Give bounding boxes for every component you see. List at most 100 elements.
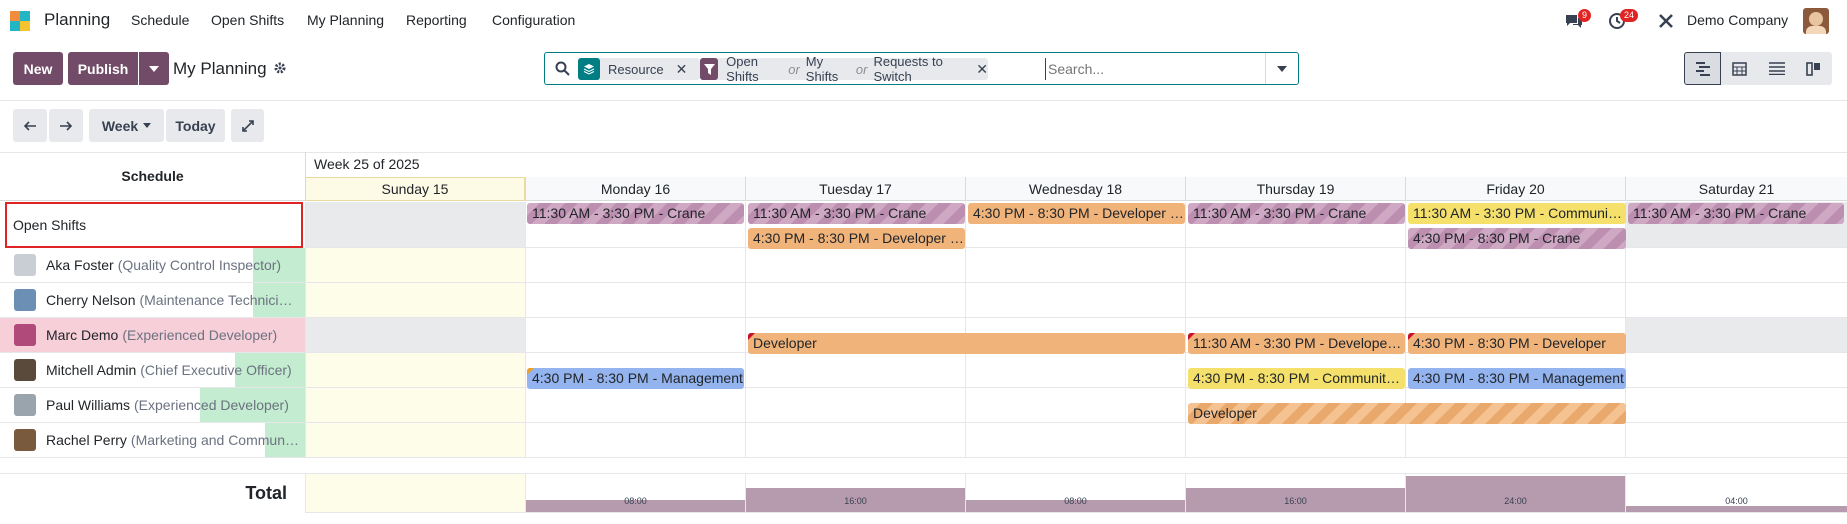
- filter-facet[interactable]: Open Shifts or My Shifts or Requests to …: [700, 54, 988, 84]
- schedule-cell[interactable]: [1405, 283, 1625, 318]
- expand-button[interactable]: [231, 109, 264, 142]
- shift-pill[interactable]: 4:30 PM - 8:30 PM - Management: [1408, 368, 1626, 389]
- resource-role: (Quality Control Inspector): [117, 257, 282, 273]
- planning-app-logo-icon[interactable]: [10, 11, 30, 31]
- schedule-cell[interactable]: [745, 283, 965, 318]
- total-hours-label: 08:00: [1064, 496, 1087, 506]
- gantt-view-button[interactable]: [1684, 52, 1721, 85]
- schedule-cell[interactable]: [1625, 248, 1847, 283]
- schedule-cell[interactable]: [1185, 248, 1405, 283]
- resource-groupby-facet[interactable]: Resource ✕: [578, 58, 700, 80]
- schedule-cell[interactable]: [1185, 423, 1405, 458]
- schedule-cell[interactable]: [965, 388, 1185, 423]
- shift-pill[interactable]: 11:30 AM - 3:30 PM - Communi…: [1408, 203, 1626, 224]
- shift-pill[interactable]: Developer: [1188, 403, 1626, 424]
- next-button[interactable]: [49, 109, 83, 142]
- total-hours-label: 24:00: [1504, 496, 1527, 506]
- schedule-cell[interactable]: [965, 353, 1185, 388]
- shift-pill[interactable]: 11:30 AM - 3:30 PM - Crane: [1628, 203, 1844, 224]
- schedule-cell[interactable]: [1625, 318, 1847, 353]
- schedule-cell[interactable]: [745, 353, 965, 388]
- schedule-cell[interactable]: [525, 248, 745, 283]
- calendar-view-button[interactable]: [1721, 52, 1758, 85]
- day-header: Wednesday 18: [965, 177, 1185, 201]
- shift-pill[interactable]: 11:30 AM - 3:30 PM - Crane: [1188, 203, 1405, 224]
- app-name[interactable]: Planning: [44, 10, 110, 30]
- gantt-icon: [1695, 61, 1710, 76]
- total-cell: 16:00: [1185, 473, 1405, 513]
- tools-icon[interactable]: [1658, 13, 1676, 31]
- schedule-cell[interactable]: [305, 423, 525, 458]
- resource-row-label[interactable]: Mitchell Admin (Chief Executive Officer): [0, 353, 305, 388]
- schedule-cell[interactable]: [745, 248, 965, 283]
- schedule-cell[interactable]: [965, 248, 1185, 283]
- schedule-cell[interactable]: [1405, 423, 1625, 458]
- schedule-cell[interactable]: [965, 283, 1185, 318]
- search-options-toggle[interactable]: [1265, 53, 1298, 84]
- shift-pill[interactable]: 11:30 AM - 3:30 PM - Crane: [748, 203, 965, 224]
- resource-row-label[interactable]: Marc Demo (Experienced Developer): [0, 318, 305, 353]
- day-header: Sunday 15: [305, 177, 525, 201]
- caret-down-icon: [149, 65, 159, 72]
- previous-button[interactable]: [13, 109, 47, 142]
- user-avatar[interactable]: [1803, 8, 1829, 34]
- menu-reporting[interactable]: Reporting: [406, 12, 467, 28]
- resource-name: Cherry Nelson: [46, 292, 136, 308]
- resource-row-label[interactable]: Aka Foster (Quality Control Inspector): [0, 248, 305, 283]
- schedule-cell[interactable]: [1625, 283, 1847, 318]
- schedule-cell[interactable]: [745, 423, 965, 458]
- schedule-cell[interactable]: [305, 202, 525, 248]
- menu-my-planning[interactable]: My Planning: [307, 12, 384, 28]
- shift-pill[interactable]: 4:30 PM - 8:30 PM - Crane: [1408, 228, 1626, 249]
- day-header: Monday 16: [525, 177, 745, 201]
- shift-pill[interactable]: Developer: [748, 333, 1185, 354]
- publish-button[interactable]: Publish: [68, 52, 138, 85]
- shift-pill[interactable]: 4:30 PM - 8:30 PM - Developer …: [968, 203, 1185, 224]
- schedule-cell[interactable]: [305, 248, 525, 283]
- list-view-button[interactable]: [1758, 52, 1795, 85]
- resource-row-label[interactable]: Rachel Perry (Marketing and Commun…: [0, 423, 305, 458]
- company-switcher[interactable]: Demo Company: [1687, 12, 1788, 28]
- shift-pill[interactable]: 11:30 AM - 3:30 PM - Crane: [527, 203, 744, 224]
- schedule-cell[interactable]: [745, 388, 965, 423]
- schedule-cell[interactable]: [525, 283, 745, 318]
- remove-facet-icon[interactable]: ✕: [676, 61, 688, 78]
- shift-pill[interactable]: 4:30 PM - 8:30 PM - Developer: [1408, 333, 1626, 354]
- schedule-cell[interactable]: [1625, 353, 1847, 388]
- scale-dropdown[interactable]: Week: [89, 109, 164, 142]
- schedule-cell[interactable]: [305, 283, 525, 318]
- shift-pill[interactable]: 11:30 AM - 3:30 PM - Develope…: [1188, 333, 1405, 354]
- schedule-cell[interactable]: [1405, 248, 1625, 283]
- schedule-cell[interactable]: [305, 353, 525, 388]
- schedule-cell[interactable]: [1185, 283, 1405, 318]
- kanban-view-button[interactable]: [1795, 52, 1832, 85]
- schedule-cell[interactable]: [525, 423, 745, 458]
- resource-row-label[interactable]: Cherry Nelson (Maintenance Technici…: [0, 283, 305, 318]
- resource-name: Rachel Perry: [46, 432, 127, 448]
- schedule-cell[interactable]: [305, 318, 525, 353]
- menu-schedule[interactable]: Schedule: [131, 12, 189, 28]
- schedule-cell[interactable]: [525, 388, 745, 423]
- today-button[interactable]: Today: [166, 109, 225, 142]
- arrow-right-icon: [60, 120, 72, 131]
- schedule-cell[interactable]: [1625, 388, 1847, 423]
- schedule-cell[interactable]: [305, 388, 525, 423]
- search-input[interactable]: [1045, 58, 1265, 80]
- schedule-cell[interactable]: [1625, 423, 1847, 458]
- gear-icon[interactable]: [273, 61, 287, 75]
- schedule-cell[interactable]: [965, 423, 1185, 458]
- open-shifts-row-label[interactable]: Open Shifts: [5, 202, 303, 248]
- menu-configuration[interactable]: Configuration: [492, 12, 575, 28]
- shift-pill[interactable]: 4:30 PM - 8:30 PM - Developer …: [748, 228, 965, 249]
- publish-dropdown-toggle[interactable]: [139, 52, 169, 85]
- schedule-cell[interactable]: [525, 318, 745, 353]
- resource-row-label[interactable]: Paul Williams (Experienced Developer): [0, 388, 305, 423]
- activity-count-badge: 24: [1620, 9, 1639, 22]
- avatar: [14, 429, 36, 451]
- menu-open-shifts[interactable]: Open Shifts: [211, 12, 284, 28]
- shift-pill[interactable]: 4:30 PM - 8:30 PM - Management: [527, 368, 744, 389]
- remove-facet-icon[interactable]: ✕: [976, 61, 988, 78]
- new-button[interactable]: New: [13, 52, 63, 85]
- search-bar[interactable]: Resource ✕ Open Shifts or My Shifts or R…: [544, 52, 1299, 85]
- shift-pill[interactable]: 4:30 PM - 8:30 PM - Communit…: [1188, 368, 1405, 389]
